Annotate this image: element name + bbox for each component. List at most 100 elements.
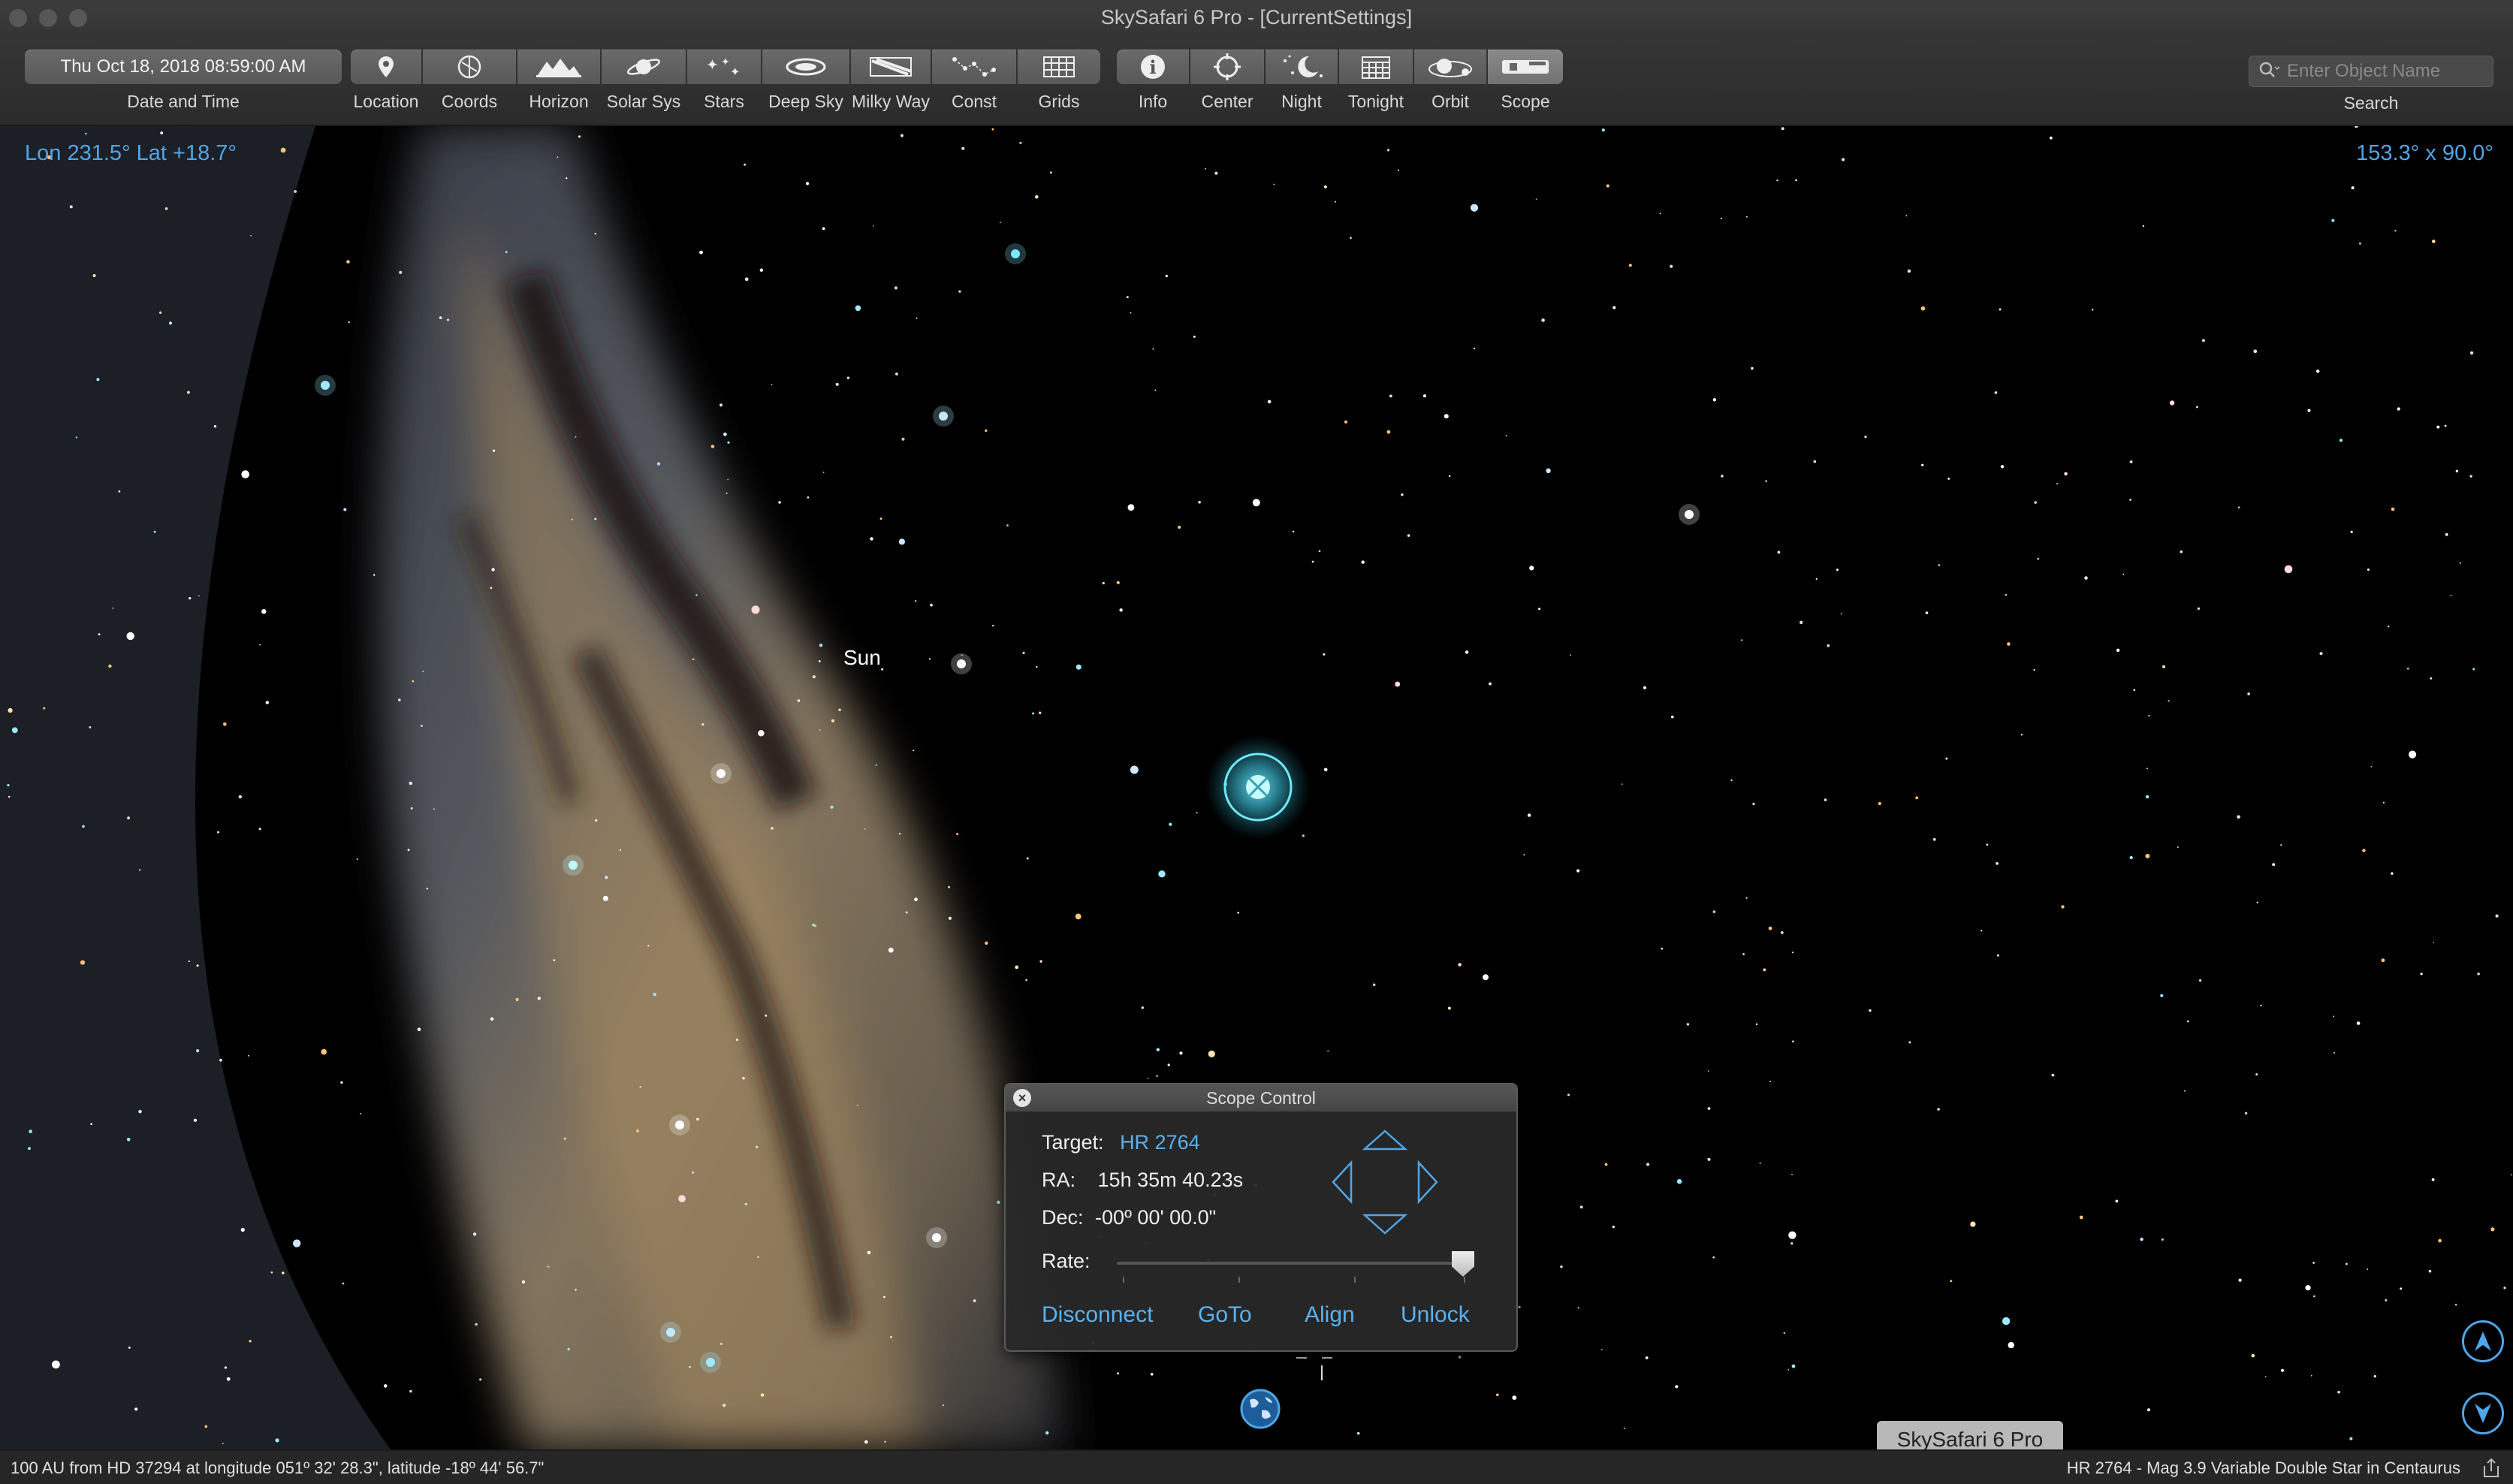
toolbar-const[interactable]: Const [932,50,1016,112]
unlock-button[interactable]: Unlock [1401,1302,1470,1328]
star [2238,1278,2242,1282]
toolbar-scope[interactable]: Scope [1488,50,1563,112]
star [2373,1375,2376,1378]
date-time-value[interactable]: Thu Oct 18, 2018 08:59:00 AM [25,50,342,84]
align-button[interactable]: Align [1305,1302,1355,1328]
star [914,600,917,602]
galaxy-icon[interactable] [762,50,849,84]
rate-slider-thumb[interactable] [1452,1251,1474,1277]
target-label: Target: [1042,1131,1104,1154]
star [1373,983,1376,986]
rate-slider[interactable] [1117,1262,1470,1265]
star [293,1239,301,1247]
toolbar-solar-sys[interactable]: Solar Sys [602,50,686,112]
star [756,1145,759,1148]
star [2430,677,2433,680]
toolbar-coords[interactable]: Coords [423,50,516,112]
star [169,321,172,325]
star [2168,700,2170,702]
horizon-icon[interactable] [517,50,600,84]
star [696,1118,699,1121]
close-icon[interactable]: × [1013,1089,1031,1107]
star [914,897,918,901]
stars-icon[interactable]: ✦ ✦ ✦ [687,50,761,84]
planet-icon[interactable] [602,50,686,84]
toolbar-info[interactable]: i Info [1117,50,1189,112]
toolbar-night[interactable]: Night [1266,50,1338,112]
star [2359,242,2361,245]
toolbar-stars[interactable]: ✦ ✦ ✦ Stars [687,50,761,112]
star [412,680,415,683]
star [2255,1073,2258,1076]
toolbar-grids[interactable]: Grids [1018,50,1100,112]
calendar-icon[interactable] [1339,50,1413,84]
star [656,462,661,466]
toolbar-deep-sky[interactable]: Deep Sky [762,50,849,112]
star [1015,965,1019,970]
disconnect-button[interactable]: Disconnect [1042,1302,1153,1328]
telescope-icon[interactable] [1488,50,1563,84]
star [2251,1353,2255,1358]
milky-way-icon[interactable] [851,50,931,84]
toolbar: Thu Oct 18, 2018 08:59:00 AM Date and Ti… [0,39,2513,126]
toolbar-milky-way[interactable]: Milky Way [851,50,931,112]
star [647,945,650,947]
star [96,378,100,382]
star [2145,853,2150,858]
star [1751,366,1754,370]
star [493,449,496,452]
zoom-in-button[interactable] [2462,1320,2504,1362]
location-pin-icon[interactable] [351,50,421,84]
star [1670,264,1673,268]
star [410,807,413,810]
coords-icon[interactable] [423,50,516,84]
globe-icon[interactable] [1239,1388,1281,1434]
arrow-up-icon [2475,1332,2491,1351]
star [360,1113,361,1115]
toolbar-orbit[interactable]: Orbit [1414,50,1486,112]
zoom-out-button[interactable] [2462,1392,2504,1434]
star [1671,715,1674,719]
star [1483,974,1489,981]
star [806,182,810,186]
star [1712,398,1717,402]
toolbar-horizon[interactable]: Horizon [517,50,600,112]
search-label: Search [2343,93,2399,113]
star [134,1407,138,1411]
star [219,1058,222,1062]
center-icon[interactable] [1190,50,1264,84]
orbit-icon[interactable] [1414,50,1486,84]
toolbar-tonight[interactable]: Tonight [1339,50,1413,112]
slider-tick [1354,1277,1356,1283]
star [1000,222,1001,223]
star [1790,1242,1793,1245]
star [759,268,763,272]
info-icon[interactable]: i [1117,50,1189,84]
constellation-icon[interactable] [932,50,1016,84]
date-time-control[interactable]: Thu Oct 18, 2018 08:59:00 AM Date and Ti… [25,50,342,112]
star [2409,750,2417,759]
star [2454,1304,2457,1306]
star [1458,963,1462,967]
target-link[interactable]: HR 2764 [1120,1131,1200,1154]
star [2445,532,2448,536]
search-field[interactable] [2249,56,2493,87]
star [213,425,217,428]
grid-icon[interactable] [1018,50,1100,84]
goto-button[interactable]: GoTo [1198,1302,1252,1328]
share-icon[interactable] [2480,1457,2502,1483]
star [490,587,493,590]
star [1759,1162,1761,1164]
star [830,805,834,809]
toolbar-location[interactable]: Location [351,50,421,112]
star [515,997,519,1002]
star [2397,407,2400,411]
sun-label[interactable]: Sun [843,646,881,670]
search-input[interactable] [2285,60,2484,83]
star [701,723,704,726]
night-icon[interactable] [1266,50,1338,84]
star [2394,230,2397,232]
star [1577,1307,1579,1309]
star [153,530,156,533]
toolbar-center[interactable]: Center [1190,50,1264,112]
